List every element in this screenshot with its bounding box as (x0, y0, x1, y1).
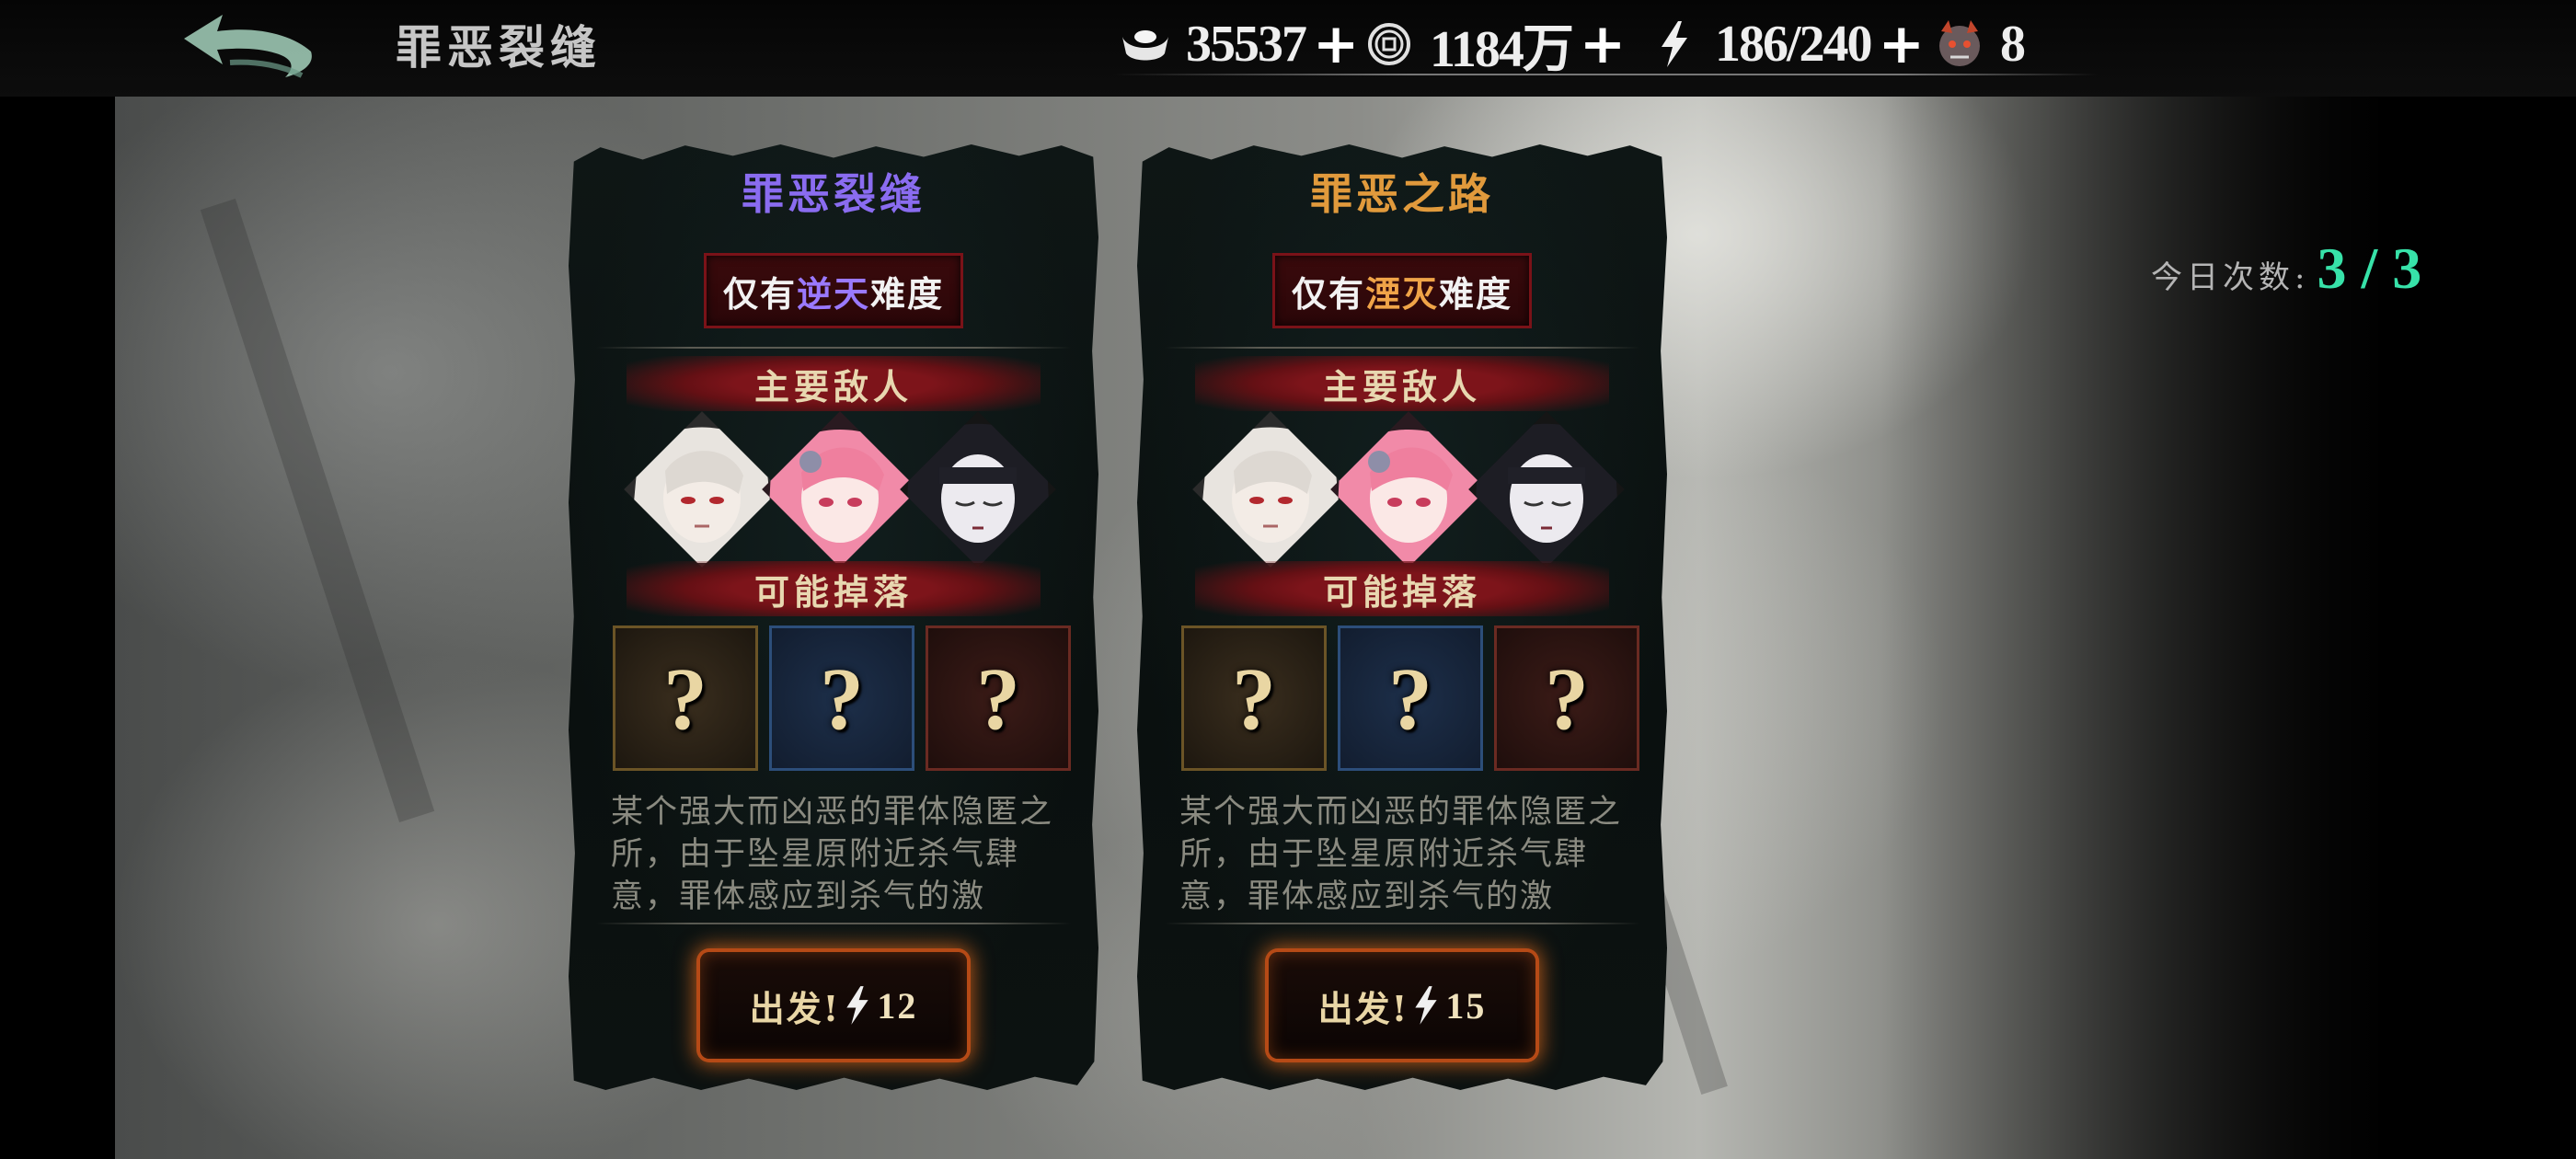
resource-divider (1113, 74, 2098, 75)
difficulty-badge: 仅有 逆天 难度 (704, 253, 963, 328)
daily-attempts-value: 3 / 3 (2317, 235, 2422, 301)
add-stamina-icon[interactable]: + (1879, 17, 1925, 72)
drop-slot-unknown[interactable]: ? (613, 625, 758, 771)
enemy-portrait[interactable] (762, 411, 918, 568)
depart-button[interactable]: 出发! 12 (700, 952, 967, 1059)
token-resource[interactable]: 8 (1932, 15, 2026, 74)
add-coin-icon[interactable]: + (1580, 17, 1626, 72)
divider (596, 347, 1071, 349)
dungeon-card-1[interactable]: 罪恶裂缝 仅有 逆天 难度 主要敌人 可能掉落 ? ? ? 某个强大而凶恶的罪体隐匿… (569, 144, 1098, 1090)
card-title: 罪恶裂缝 (742, 169, 926, 219)
dungeon-card-2[interactable]: 罪恶之路 仅有 湮灭 难度 主要敌人 可能掉落 ? ? ? 某个强大而凶恶的罪体隐匿… (1137, 144, 1667, 1090)
lightning-icon (846, 986, 869, 1025)
difficulty-name: 逆天 (796, 272, 870, 315)
depart-label: 出发! (749, 987, 841, 1029)
drop-slot-unknown[interactable]: ? (1494, 625, 1639, 771)
difficulty-name: 湮灭 (1364, 272, 1439, 315)
drop-slot-unknown[interactable]: ? (769, 625, 914, 771)
silver-resource[interactable]: 35537 + (1118, 15, 1359, 74)
demon-mask-icon (1932, 17, 1987, 72)
stamina-amount: 186/240 (1715, 16, 1873, 73)
drops-banner: 可能掉落 (627, 561, 1041, 616)
enemy-portrait[interactable] (1468, 411, 1625, 568)
divider (1165, 923, 1639, 924)
difficulty-suffix: 难度 (870, 272, 945, 315)
enemies-banner: 主要敌人 (627, 356, 1041, 411)
token-amount: 8 (2000, 16, 2026, 73)
top-bar: 罪恶裂缝 35537 + 1184万 + 186/240 + 8 (0, 0, 2576, 97)
add-silver-icon[interactable]: + (1313, 17, 1359, 72)
lightning-icon (1415, 986, 1438, 1025)
difficulty-badge: 仅有 湮灭 难度 (1272, 253, 1532, 328)
coin-amount: 1184万 (1430, 20, 1574, 78)
card-title: 罪恶之路 (1310, 169, 1494, 219)
drop-slots: ? ? ? (569, 625, 1098, 773)
drop-slot-unknown[interactable]: ? (1338, 625, 1483, 771)
stamina-cost: 12 (877, 984, 918, 1027)
drop-slots: ? ? ? (1137, 625, 1667, 773)
enemy-portraits (569, 411, 1098, 568)
enemy-portrait[interactable] (624, 411, 780, 568)
back-button[interactable] (175, 11, 322, 85)
difficulty-prefix: 仅有 (722, 272, 797, 315)
divider (596, 923, 1071, 924)
divider (1165, 347, 1639, 349)
card-description: 某个强大而凶恶的罪体隐匿之所，由于坠星原附近杀气肆意，罪体感应到杀气的激 (1179, 794, 1623, 915)
enemies-banner: 主要敌人 (1195, 356, 1609, 411)
stamina-cost: 15 (1445, 984, 1487, 1027)
silver-amount: 35537 (1186, 16, 1307, 73)
page-title: 罪恶裂缝 (396, 20, 602, 75)
drop-slot-unknown[interactable]: ? (926, 625, 1071, 771)
difficulty-prefix: 仅有 (1291, 272, 1365, 315)
enemy-portrait[interactable] (900, 411, 1056, 568)
card-description: 某个强大而凶恶的罪体隐匿之所，由于坠星原附近杀气肆意，罪体感应到杀气的激 (611, 794, 1054, 915)
drops-banner: 可能掉落 (1195, 561, 1609, 616)
depart-label: 出发! (1317, 987, 1409, 1029)
background-streak (200, 198, 435, 823)
silver-ingot-icon (1118, 17, 1173, 72)
back-arrow-icon (184, 15, 312, 78)
lightning-icon (1647, 17, 1702, 72)
depart-button[interactable]: 出发! 15 (1269, 952, 1535, 1059)
enemy-portrait[interactable] (1330, 411, 1487, 568)
stamina-resource[interactable]: 186/240 + (1647, 15, 1925, 74)
enemy-portrait[interactable] (1192, 411, 1349, 568)
daily-attempts-label: 今日次数: (2151, 259, 2310, 296)
coin-icon (1362, 17, 1417, 72)
coin-resource[interactable]: 1184万 + (1362, 15, 1626, 78)
daily-attempts: 今日次数: 3 / 3 (2151, 235, 2421, 303)
enemy-portraits (1137, 411, 1667, 568)
drop-slot-unknown[interactable]: ? (1181, 625, 1327, 771)
difficulty-suffix: 难度 (1439, 272, 1513, 315)
